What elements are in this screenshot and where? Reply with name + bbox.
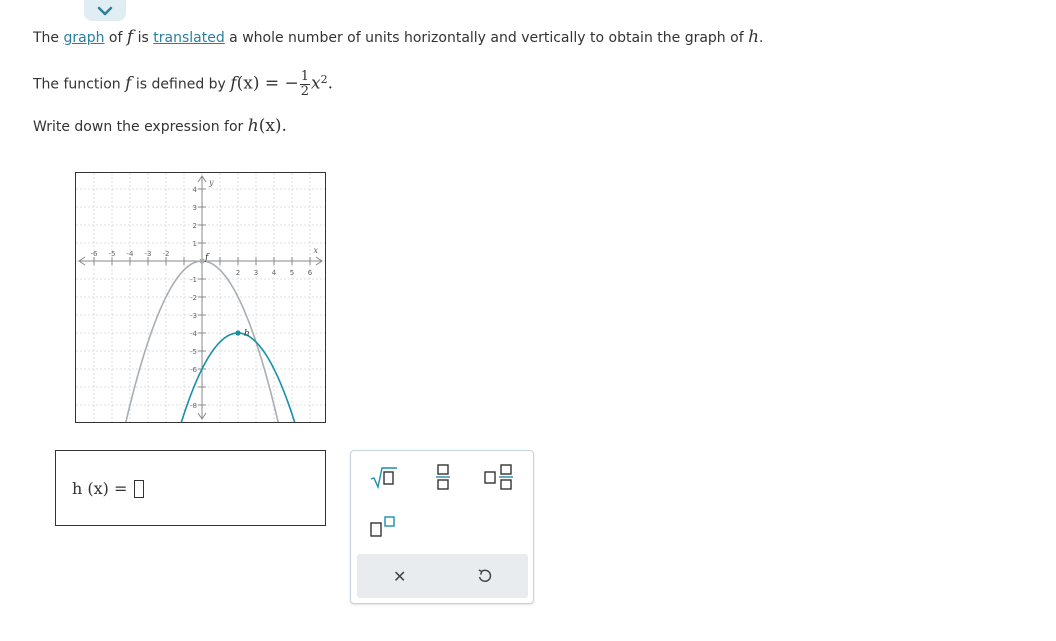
x-tick-label: -2 bbox=[163, 250, 170, 258]
graph-panel: -6 -5 -4 -3 -2 2 3 4 5 6 4 3 2 1 -1 -2 -3 -4 -5 -6 -8 x y f h bbox=[75, 172, 326, 423]
fraction-one-half: 12 bbox=[299, 69, 311, 99]
clear-button[interactable]: ✕ bbox=[357, 554, 443, 598]
text: The function bbox=[33, 76, 126, 93]
x-tick-label: 3 bbox=[254, 269, 258, 277]
text: is bbox=[133, 30, 154, 46]
text: . bbox=[759, 30, 764, 46]
x-tick-label: 4 bbox=[272, 269, 277, 277]
sqrt-button[interactable] bbox=[369, 465, 399, 493]
text: a whole number of units horizontally and… bbox=[224, 30, 749, 46]
sqrt-icon bbox=[370, 467, 397, 490]
text: The bbox=[33, 30, 64, 46]
exponent: 2 bbox=[320, 72, 328, 86]
question-line-1: The graph of f is translated a whole num… bbox=[33, 27, 763, 47]
math-palette: ✕ bbox=[350, 450, 534, 604]
h-symbol: h bbox=[247, 116, 259, 136]
superscript-button[interactable] bbox=[369, 515, 399, 543]
function-argument: (x) bbox=[258, 116, 282, 136]
y-tick-label: -8 bbox=[190, 402, 197, 410]
fraction-icon bbox=[436, 464, 450, 490]
y-tick-label: -4 bbox=[190, 330, 198, 338]
superscript-icon bbox=[370, 516, 395, 537]
collapse-button[interactable] bbox=[84, 0, 126, 21]
x-tick-label: 5 bbox=[290, 269, 294, 277]
x-tick-label: -5 bbox=[109, 250, 116, 258]
answer-label: h (x) = bbox=[72, 479, 128, 498]
period: . bbox=[281, 116, 287, 136]
curve-h-label: h bbox=[244, 329, 250, 339]
answer-input[interactable] bbox=[134, 480, 144, 498]
y-tick-label: 3 bbox=[193, 204, 197, 212]
period: . bbox=[327, 73, 334, 94]
vertex-point-h bbox=[235, 330, 241, 336]
mixed-number-button[interactable] bbox=[484, 463, 514, 495]
vertex-point-f bbox=[199, 258, 205, 264]
text: Write down the expression for bbox=[33, 119, 248, 135]
x-tick-label: -6 bbox=[91, 250, 99, 258]
close-icon: ✕ bbox=[393, 566, 407, 586]
x-tick-label: -4 bbox=[127, 250, 135, 258]
variable-x: x bbox=[311, 73, 321, 94]
question-line-3: Write down the expression for h(x). bbox=[33, 116, 287, 136]
answer-box: h (x) = bbox=[55, 450, 326, 526]
chevron-down-icon bbox=[97, 6, 113, 15]
text: is defined by bbox=[131, 76, 231, 93]
y-tick-label: 4 bbox=[193, 186, 198, 194]
undo-icon bbox=[478, 569, 492, 583]
graph-link[interactable]: graph bbox=[64, 30, 105, 46]
h-symbol: h bbox=[748, 27, 760, 47]
x-axis-label: x bbox=[313, 246, 318, 255]
x-tick-label: 2 bbox=[236, 269, 240, 277]
y-tick-label: -2 bbox=[190, 294, 197, 302]
x-tick-label: 6 bbox=[308, 269, 313, 277]
text: of bbox=[104, 30, 127, 46]
y-tick-label: 1 bbox=[193, 240, 197, 248]
translated-link[interactable]: translated bbox=[153, 30, 224, 46]
denominator: 2 bbox=[300, 84, 310, 99]
undo-button[interactable] bbox=[443, 554, 529, 598]
graph-svg: -6 -5 -4 -3 -22 3 4 5 64321-1-2-3-4-5-6-8xyfh bbox=[76, 173, 325, 422]
y-tick-label: -6 bbox=[190, 366, 198, 374]
question-line-2: The function f is defined by f(x) = −1 2 x… bbox=[33, 70, 333, 99]
y-axis-label: y bbox=[208, 178, 214, 187]
palette-action-bar: ✕ bbox=[357, 554, 528, 598]
fraction-button[interactable] bbox=[435, 463, 451, 495]
y-tick-label: -3 bbox=[190, 312, 197, 320]
mixed-number-icon bbox=[484, 464, 513, 490]
curve-h bbox=[180, 332, 296, 422]
x-tick-label: -3 bbox=[145, 250, 152, 258]
numerator: 1 bbox=[299, 69, 311, 85]
function-argument: (x) bbox=[236, 73, 260, 94]
y-tick-label: -1 bbox=[190, 276, 197, 284]
y-tick-label: 2 bbox=[193, 222, 197, 230]
equals-minus: = − bbox=[259, 73, 299, 94]
y-tick-label: -5 bbox=[190, 348, 197, 356]
